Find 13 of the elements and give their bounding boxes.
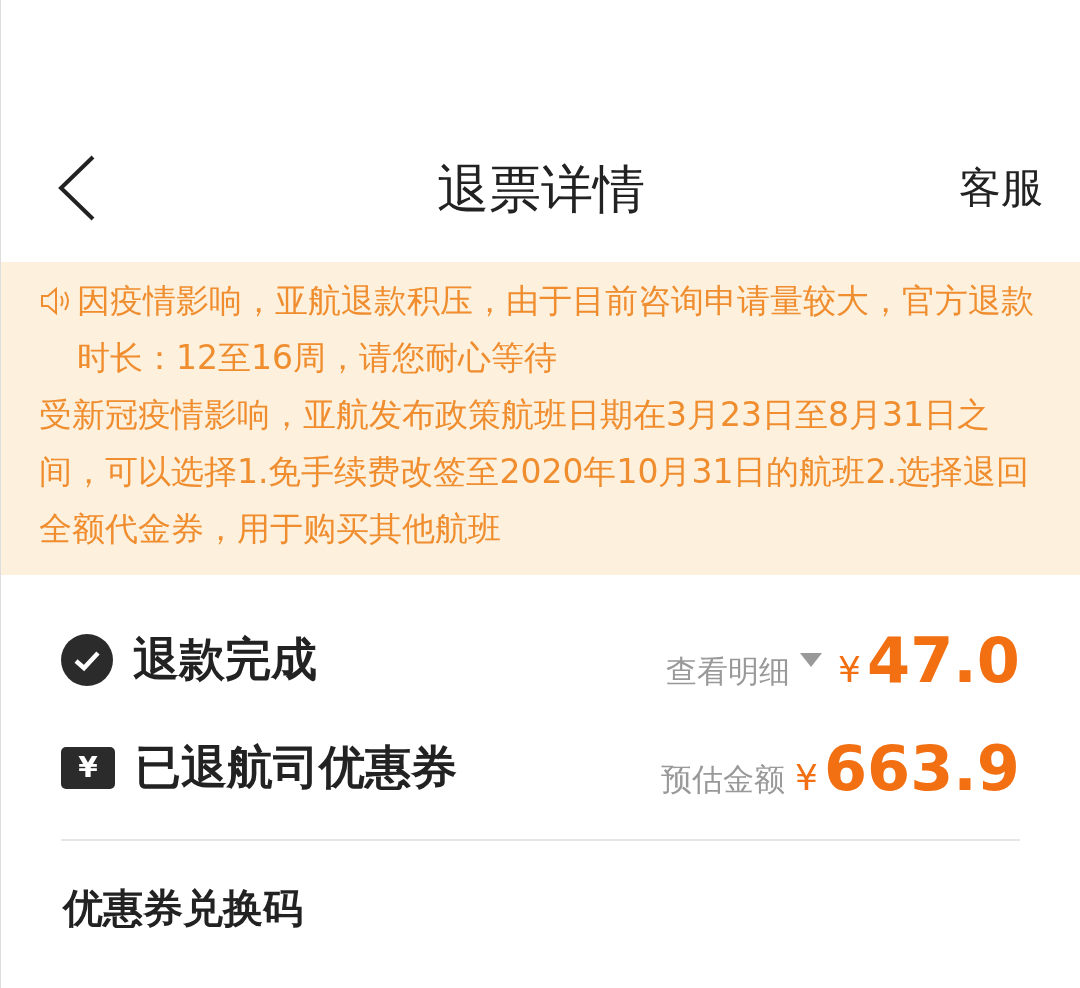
status-label: 已退航司优惠券 [135,739,457,796]
notice-text: 因疫情影响，亚航退款积压，由于目前咨询申请量较大，官方退款时长：12至16周，请您耐心等待 [77,280,1035,379]
check-circle-icon [61,634,113,686]
status-label: 退款完成 [133,631,317,688]
coupon-ticket-icon: ¥ [61,747,115,789]
price-amount: ¥663.9 [794,731,1020,805]
back-icon[interactable] [57,155,97,221]
page-title: 退票详情 [436,158,645,221]
customer-service-link[interactable]: 客服 [959,160,1043,216]
price-amount: ¥47.0 [838,623,1020,697]
notice-text: 受新冠疫情影响，亚航发布政策航班日期在3月23日至8月31日之间，可以选择1.免手续费改签至2020年10月31日的航班2.选择退回全额代金券，用于购买其他航班 [39,394,1030,550]
section-title: 优惠券兑换码 [61,884,304,933]
estimate-label: 预估金额 [660,759,785,799]
